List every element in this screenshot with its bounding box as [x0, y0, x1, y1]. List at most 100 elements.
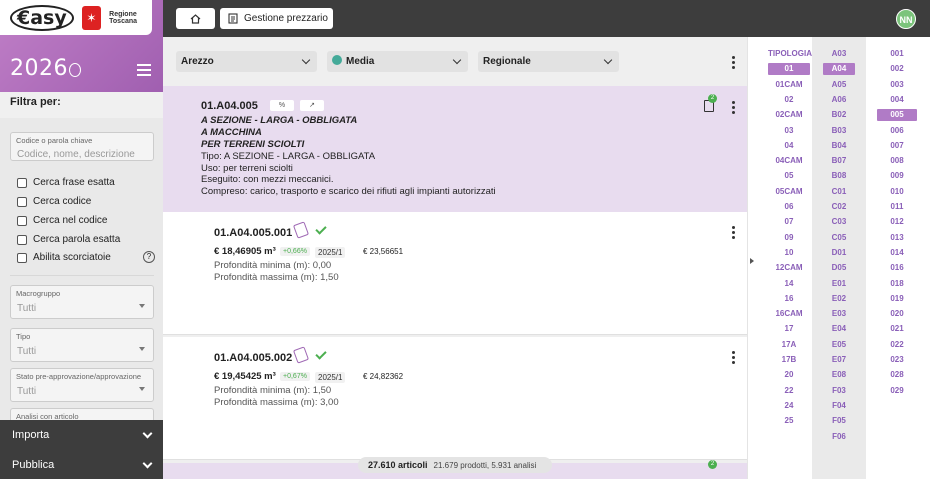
checkbox-in-code[interactable]: Cerca nel codice — [17, 215, 107, 226]
checkbox-box[interactable] — [17, 234, 27, 245]
item-menu-icon[interactable] — [732, 351, 735, 366]
search-input[interactable]: Codice o parola chiave Codice, nome, des… — [10, 132, 154, 161]
percent-tag[interactable]: % — [270, 100, 294, 111]
filter-settings-icon[interactable] — [137, 64, 151, 76]
index-entry[interactable]: B03 — [823, 125, 855, 137]
collapse-arrow-icon[interactable] — [750, 258, 754, 264]
index-entry[interactable]: B08 — [823, 170, 855, 182]
avatar[interactable]: NN — [896, 9, 916, 29]
index-entry[interactable]: 018 — [877, 278, 917, 290]
index-entry[interactable]: C05 — [823, 232, 855, 244]
index-entry[interactable]: E03 — [823, 308, 855, 320]
index-entry[interactable]: 016 — [877, 262, 917, 274]
checkbox-box[interactable] — [17, 252, 27, 263]
index-entry[interactable]: 009 — [877, 170, 917, 182]
price-type-select[interactable]: Media — [327, 51, 468, 72]
filters-menu-icon[interactable] — [732, 56, 735, 71]
index-entry[interactable]: 010 — [877, 186, 917, 198]
index-entry[interactable]: 17A — [768, 339, 810, 351]
checkbox-exact-word[interactable]: Cerca parola esatta — [17, 234, 120, 245]
index-entry[interactable]: 023 — [877, 354, 917, 366]
chevron-down-icon[interactable] — [142, 458, 153, 469]
index-entry[interactable]: 022 — [877, 339, 917, 351]
item-card[interactable]: 01.A04.005.001 € 18,46905 m³ +0,66% 2025… — [163, 212, 747, 335]
home-button[interactable] — [176, 8, 215, 29]
help-icon[interactable]: ? — [143, 251, 155, 263]
select-macrogroup[interactable]: Macrogruppo Tutti — [10, 285, 154, 319]
index-entry[interactable]: 09 — [768, 232, 810, 244]
index-entry[interactable]: E04 — [823, 323, 855, 335]
index-entry[interactable]: 012 — [877, 216, 917, 228]
index-entry[interactable]: 007 — [877, 140, 917, 152]
index-entry[interactable]: 22 — [768, 385, 810, 397]
index-entry[interactable]: 04CAM — [768, 155, 810, 167]
index-entry[interactable]: F06 — [823, 431, 855, 443]
index-entry[interactable]: 006 — [877, 125, 917, 137]
index-entry[interactable]: 06 — [768, 201, 810, 213]
index-entry[interactable]: 02CAM — [768, 109, 810, 121]
index-entry[interactable]: E08 — [823, 369, 855, 381]
index-entry[interactable]: 25 — [768, 415, 810, 427]
chevron-down-icon[interactable] — [142, 428, 153, 439]
index-entry[interactable]: 01 — [768, 63, 810, 76]
index-entry[interactable]: 019 — [877, 293, 917, 305]
index-entry[interactable]: F03 — [823, 385, 855, 397]
group-card[interactable]: 01.A04.005 % ↗ A SEZIONE - LARGA - OBBLI… — [163, 86, 747, 212]
index-entry[interactable]: 004 — [877, 94, 917, 106]
index-entry[interactable]: C02 — [823, 201, 855, 213]
index-entry[interactable]: TIPOLOGIA — [768, 48, 812, 60]
index-entry[interactable]: 04 — [768, 140, 810, 152]
index-entry[interactable]: 16CAM — [768, 308, 810, 320]
index-entry[interactable]: 020 — [877, 308, 917, 320]
index-entry[interactable]: E01 — [823, 278, 855, 290]
item-card[interactable]: 01.A04.005.002 € 19,45425 m³ +0,67% 2025… — [163, 337, 747, 460]
index-entry[interactable]: A04 — [823, 63, 855, 76]
menu-publish[interactable]: Pubblica — [12, 459, 54, 471]
index-entry[interactable]: 07 — [768, 216, 810, 228]
index-entry[interactable]: 20 — [768, 369, 810, 381]
checkbox-search-code[interactable]: Cerca codice — [17, 196, 91, 207]
index-entry[interactable]: C01 — [823, 186, 855, 198]
select-approval-state[interactable]: Stato pre-approvazione/approvazione Tutt… — [10, 368, 154, 402]
province-select[interactable]: Arezzo — [176, 51, 317, 72]
select-type[interactable]: Tipo Tutti — [10, 328, 154, 362]
index-entry[interactable]: 05 — [768, 170, 810, 182]
index-entry[interactable]: D05 — [823, 262, 855, 274]
index-entry[interactable]: E02 — [823, 293, 855, 305]
index-entry[interactable]: 17 — [768, 323, 810, 335]
index-entry[interactable]: 03 — [768, 125, 810, 137]
index-entry[interactable]: D01 — [823, 247, 855, 259]
index-entry[interactable]: 02 — [768, 94, 810, 106]
logo[interactable]: €asy ✶ Regione Toscana — [0, 0, 152, 35]
tag-icon[interactable] — [292, 346, 310, 364]
index-entry[interactable]: 12CAM — [768, 262, 810, 274]
index-entry[interactable]: 14 — [768, 278, 810, 290]
index-entry[interactable]: 16 — [768, 293, 810, 305]
item-menu-icon[interactable] — [732, 226, 735, 241]
index-entry[interactable]: F05 — [823, 415, 855, 427]
index-entry[interactable]: 001 — [877, 48, 917, 60]
trend-tag[interactable]: ↗ — [300, 100, 324, 111]
index-entry[interactable]: 17B — [768, 354, 810, 366]
index-entry[interactable]: A05 — [823, 79, 855, 91]
group-menu-icon[interactable] — [732, 101, 735, 116]
index-entry[interactable]: 029 — [877, 385, 917, 397]
index-entry[interactable]: 005 — [877, 109, 917, 122]
index-entry[interactable]: 028 — [877, 369, 917, 381]
index-entry[interactable]: 05CAM — [768, 186, 810, 198]
index-entry[interactable]: B02 — [823, 109, 855, 121]
index-entry[interactable]: F04 — [823, 400, 855, 412]
checkbox-box[interactable] — [17, 177, 27, 188]
scope-select[interactable]: Regionale — [478, 51, 619, 72]
index-entry[interactable]: 021 — [877, 323, 917, 335]
menu-import[interactable]: Importa — [12, 429, 49, 441]
tag-icon[interactable] — [292, 221, 310, 239]
index-entry[interactable]: E07 — [823, 354, 855, 366]
price-list-button[interactable]: Gestione prezzario — [220, 8, 333, 29]
checkbox-box[interactable] — [17, 196, 27, 207]
index-entry[interactable]: 014 — [877, 247, 917, 259]
index-entry[interactable]: 10 — [768, 247, 810, 259]
index-entry[interactable]: C03 — [823, 216, 855, 228]
index-entry[interactable]: 24 — [768, 400, 810, 412]
checkbox-shortcuts[interactable]: Abilita scorciatoie — [17, 252, 111, 263]
